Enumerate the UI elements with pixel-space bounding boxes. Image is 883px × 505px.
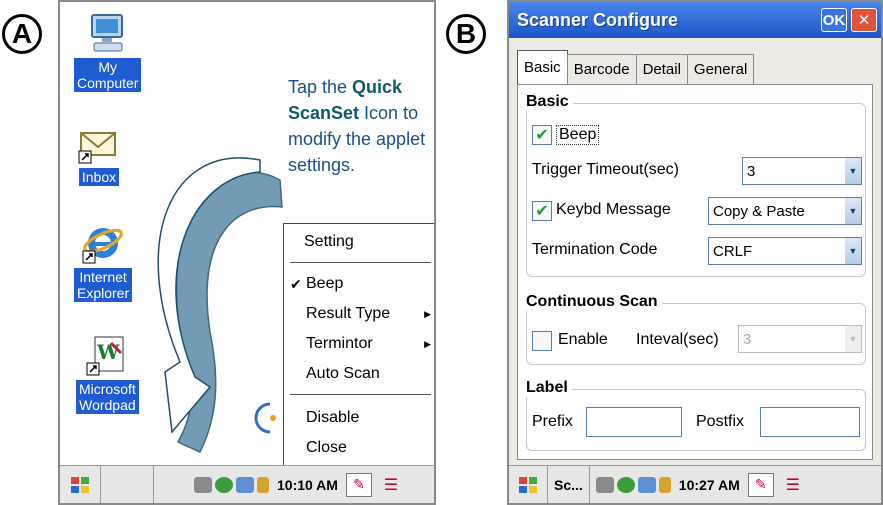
beep-label: Beep — [556, 125, 600, 145]
power-plug-icon[interactable] — [257, 476, 269, 493]
desktop-screen: My Computer Inbox Internet Explorer W Mi… — [58, 0, 436, 505]
menu-separator — [290, 262, 431, 263]
menu-item-close[interactable]: Close — [284, 434, 434, 462]
keyboard-icon[interactable] — [595, 476, 614, 493]
power-plug-icon[interactable] — [658, 476, 671, 493]
panel-a-label: A — [2, 14, 42, 54]
menu-item-label: Disable — [306, 409, 360, 426]
select-value: 3 — [747, 162, 756, 180]
tab-barcode[interactable]: Barcode — [566, 54, 637, 84]
checkmark-icon: ✔ — [290, 275, 302, 292]
scanner-configure-window: Scanner Configure OK ✕ Basic Barcode Det… — [507, 0, 883, 505]
keyboard-icon[interactable] — [194, 476, 212, 493]
connection-icon[interactable] — [236, 476, 254, 493]
tab-basic[interactable]: Basic — [517, 50, 568, 84]
windows-flag-icon — [519, 476, 537, 493]
interval-select[interactable]: 3 ▼ — [738, 325, 862, 353]
menu-item-auto-scan[interactable]: Auto Scan — [284, 360, 434, 388]
submenu-arrow-icon: ▶ — [424, 308, 431, 319]
keybd-message-checkbox[interactable]: ✔ — [532, 201, 552, 221]
clock[interactable]: 10:10 AM — [277, 477, 338, 493]
network-globe-icon[interactable] — [215, 476, 233, 493]
windows-flag-icon — [71, 476, 89, 493]
menu-item-disable[interactable]: Disable — [284, 404, 434, 432]
select-value: 3 — [743, 330, 752, 348]
system-tray — [194, 476, 269, 493]
menu-item-label: Termintor — [306, 335, 373, 352]
desktop-switch-icon[interactable]: ☰ — [380, 474, 402, 496]
postfix-label: Postfix — [696, 413, 745, 430]
desktop-switch-icon[interactable]: ☰ — [782, 474, 804, 496]
menu-item-label: Setting — [304, 233, 354, 250]
chevron-down-icon: ▼ — [845, 158, 861, 184]
tab-detail[interactable]: Detail — [635, 54, 688, 84]
menu-item-label: Auto Scan — [306, 365, 380, 382]
checkmark-icon: ✔ — [535, 127, 549, 144]
taskbar: Sc... 10:27 AM ✎ ☰ — [509, 465, 881, 503]
menu-item-label: Result Type — [306, 305, 391, 322]
close-button[interactable]: ✕ — [851, 8, 877, 32]
system-tray — [595, 476, 671, 493]
checkmark-icon: ✔ — [535, 203, 549, 220]
basic-group-title: Basic — [526, 93, 573, 111]
termination-code-label: Termination Code — [532, 241, 658, 258]
network-globe-icon[interactable] — [616, 476, 635, 493]
menu-separator — [290, 394, 431, 395]
trigger-timeout-select[interactable]: 3 ▼ — [742, 157, 862, 185]
postfix-input[interactable] — [760, 407, 860, 437]
menu-item-beep[interactable]: ✔ Beep — [284, 270, 434, 298]
start-button[interactable] — [509, 475, 547, 495]
window-title: Scanner Configure — [517, 9, 679, 30]
enable-label: Enable — [558, 331, 608, 348]
continuous-scan-title: Continuous Scan — [526, 293, 662, 311]
start-button[interactable] — [60, 475, 100, 495]
ok-button[interactable]: OK — [821, 8, 847, 32]
keybd-message-select[interactable]: Copy & Paste ▼ — [708, 197, 862, 225]
menu-header-setting[interactable]: Setting — [284, 228, 434, 256]
menu-item-result-type[interactable]: Result Type ▶ — [284, 300, 434, 328]
menu-item-termintor[interactable]: Termintor ▶ — [284, 330, 434, 358]
enable-checkbox[interactable] — [532, 331, 552, 351]
chevron-down-icon: ▼ — [845, 326, 861, 352]
taskbar: 10:10 AM ✎ ☰ — [60, 465, 434, 503]
beep-checkbox[interactable]: ✔ — [532, 125, 552, 145]
prefix-input[interactable] — [586, 407, 682, 437]
keybd-message-label: Keybd Message — [556, 201, 671, 218]
tab-general[interactable]: General — [686, 54, 755, 84]
submenu-arrow-icon: ▶ — [424, 338, 431, 349]
label-group-title: Label — [526, 379, 572, 397]
panel-b-label: B — [446, 14, 486, 54]
clock[interactable]: 10:27 AM — [679, 477, 740, 493]
chevron-down-icon: ▼ — [845, 238, 861, 264]
quick-scanset-logo-icon — [254, 402, 276, 434]
select-value: Copy & Paste — [713, 202, 805, 220]
quick-scanset-menu: Setting ✔ Beep Result Type ▶ Termintor ▶… — [283, 223, 434, 469]
interval-label: Inteval(sec) — [636, 331, 719, 348]
title-bar: Scanner Configure OK ✕ — [509, 2, 881, 38]
tab-content: Basic ✔ Beep Trigger Timeout(sec) 3 ▼ ✔ … — [517, 84, 873, 460]
input-panel-icon[interactable]: ✎ — [345, 472, 372, 497]
taskbar-empty-slot — [100, 466, 154, 503]
taskbar-app-button[interactable]: Sc... — [547, 466, 590, 503]
trigger-timeout-label: Trigger Timeout(sec) — [532, 161, 679, 178]
select-value: CRLF — [713, 242, 753, 260]
termination-code-select[interactable]: CRLF ▼ — [708, 237, 862, 265]
connection-icon[interactable] — [637, 476, 656, 493]
input-panel-icon[interactable]: ✎ — [747, 472, 774, 497]
menu-item-label: Close — [306, 439, 347, 456]
tab-strip: Basic Barcode Detail General — [517, 50, 755, 84]
prefix-label: Prefix — [532, 413, 573, 430]
chevron-down-icon: ▼ — [845, 198, 861, 224]
menu-item-label: Beep — [306, 275, 344, 292]
